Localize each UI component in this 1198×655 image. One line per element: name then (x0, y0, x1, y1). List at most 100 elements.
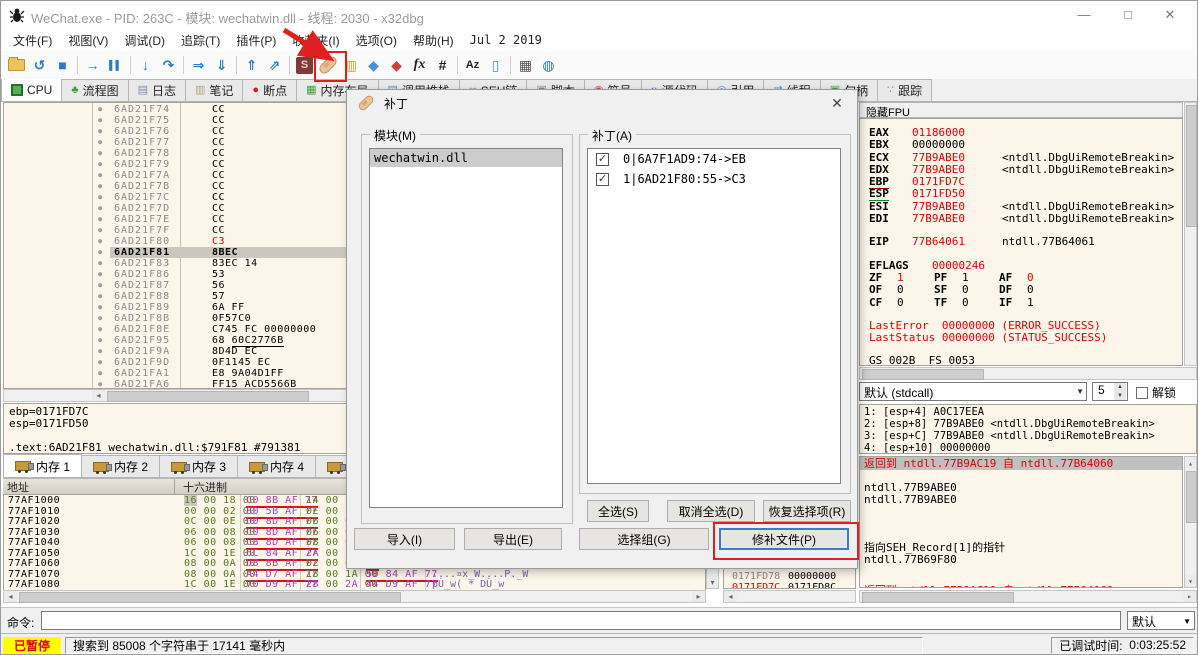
breakpoint-dot[interactable]: ● (98, 236, 102, 247)
register-row[interactable]: EBP 0171FD7C (860, 175, 1182, 190)
scroll-down-arrow[interactable]: ▾ (1185, 575, 1196, 587)
tab-memory-4[interactable]: 内存 4 (238, 455, 317, 478)
tab-trace[interactable]: ∵ 跟踪 (878, 79, 933, 101)
restore-selection-button[interactable]: 恢复选择项(R) (763, 500, 851, 522)
flags-row[interactable]: ZF 1 PF 1 AF 0 (860, 271, 1182, 284)
tab-graph[interactable]: ♣ 流程图 (62, 79, 129, 101)
scroll-right-arrow[interactable]: ▸ (692, 591, 705, 602)
select-group-button[interactable]: 选择组(G) (579, 528, 709, 550)
tab-breakpoints[interactable]: ● 断点 (243, 79, 298, 101)
scroll-thumb[interactable] (862, 592, 1014, 603)
breakpoint-dot[interactable]: ● (98, 148, 102, 159)
module-list-item[interactable]: wechatwin.dll (370, 149, 562, 167)
registers-vscrollbar[interactable] (1184, 102, 1197, 366)
breakpoint-dot[interactable]: ● (98, 170, 102, 181)
breakpoint-dot[interactable]: ● (98, 324, 102, 335)
breakpoint-dot[interactable]: ● (98, 203, 102, 214)
dialog-title-bar[interactable]: 补丁 ✕ (347, 90, 857, 116)
register-row[interactable]: ESP 0171FD50 (860, 187, 1182, 202)
scroll-thumb[interactable] (19, 592, 401, 603)
menu-item[interactable]: 调试(D) (116, 29, 173, 52)
breakpoint-dot[interactable]: ● (98, 346, 102, 357)
breakpoint-dot[interactable]: ● (98, 291, 102, 302)
globe-button[interactable]: ◍ (537, 53, 560, 77)
title-bar[interactable]: WeChat.exe - PID: 263C - 模块: wechatwin.d… (1, 1, 1197, 29)
restart-button[interactable]: ↺ (28, 53, 51, 77)
breakpoint-dot[interactable]: ● (98, 302, 102, 313)
tab-cpu[interactable]: CPU (1, 79, 63, 101)
menu-item[interactable]: 收藏夹(I) (284, 29, 347, 52)
breakpoint-dot[interactable]: ● (98, 225, 102, 236)
eflags-row[interactable]: EFLAGS 00000246 (860, 259, 1182, 272)
scroll-left-arrow[interactable]: ◂ (4, 591, 17, 602)
menu-item[interactable]: 帮助(H) (405, 29, 462, 52)
breakpoint-dot[interactable]: ● (98, 357, 102, 368)
scroll-thumb[interactable] (1186, 105, 1197, 227)
import-button[interactable]: 导入(I) (354, 528, 455, 550)
patch-list-item[interactable]: ✓ 0|6A7F1AD9:74->EB (588, 149, 840, 169)
register-row[interactable]: EDX 77B9ABE0 <ntdll.DbgUiRemoteBreakin> (860, 163, 1182, 176)
return-hscrollbar[interactable]: ▸ (859, 590, 1197, 603)
breakpoint-dot[interactable]: ● (98, 313, 102, 324)
scroll-left-arrow[interactable]: ◂ (724, 591, 737, 602)
stepper-arrows[interactable]: ▲ ▼ (1114, 383, 1126, 400)
breakpoint-dot[interactable]: ● (98, 192, 102, 203)
handles-button[interactable]: ▯ (484, 53, 507, 77)
minimize-button[interactable]: — (1067, 5, 1101, 25)
return-vscrollbar[interactable]: ▴ ▾ (1184, 456, 1197, 588)
tab-notes[interactable]: ▥ 笔记 (186, 79, 244, 101)
bookmark-button[interactable]: ◆ (385, 53, 408, 77)
column-header-address[interactable]: 地址 (3, 479, 175, 494)
command-mode-select[interactable]: 默认 ▼ (1127, 611, 1195, 630)
calculator-button[interactable]: ▦ (514, 53, 537, 77)
breakpoint-dot[interactable]: ● (98, 137, 102, 148)
flags-row[interactable]: CF 0 TF 0 IF 1 (860, 296, 1182, 309)
scroll-thumb[interactable] (1186, 471, 1197, 523)
tab-memory-1[interactable]: 内存 1 (3, 454, 83, 478)
breakpoint-dot[interactable]: ● (98, 368, 102, 379)
breakpoint-dot[interactable]: ● (98, 269, 102, 280)
registers-area[interactable]: EAX 01186000 EBX 00000000 ECX 77B9ABE0 <ntdll.… (859, 118, 1183, 366)
stop-button[interactable]: ■ (51, 53, 74, 77)
menu-item[interactable]: 文件(F) (5, 29, 60, 52)
breakpoint-dot[interactable]: ● (98, 280, 102, 291)
scroll-thumb[interactable] (107, 391, 309, 402)
dialog-close-icon[interactable]: ✕ (826, 95, 848, 112)
return-info-panel[interactable]: 返回到 ntdll.77B9AC19 自 ntdll.77B64060 ntdl… (859, 456, 1183, 588)
patch-list[interactable]: ✓ 0|6A7F1AD9:74->EB ✓ 1|6AD21F80:55->C3 (587, 148, 841, 484)
breakpoint-dot[interactable]: ● (98, 104, 102, 115)
stack-hscrollbar[interactable]: ◂ (723, 590, 856, 603)
close-button[interactable]: ✕ (1153, 5, 1187, 25)
scroll-left-arrow[interactable]: ◂ (92, 390, 105, 401)
execute-till-return-button[interactable]: ⇒ (187, 53, 210, 77)
function-button[interactable]: fx (408, 53, 431, 77)
step-out-button[interactable]: ⇓ (210, 53, 233, 77)
column-header-hex[interactable]: 十六进制 (175, 479, 227, 494)
command-input[interactable] (41, 611, 1121, 630)
breakpoint-dot[interactable]: ● (98, 335, 102, 346)
menu-item[interactable]: 追踪(T) (173, 29, 228, 52)
scroll-thumb[interactable] (862, 369, 984, 380)
patch-list-item[interactable]: ✓ 1|6AD21F80:55->C3 (588, 169, 840, 189)
strings-button[interactable]: Az (461, 53, 484, 77)
export-button[interactable]: 导出(E) (464, 528, 562, 550)
step-over-button[interactable]: ↷ (157, 53, 180, 77)
breakpoint-dot[interactable]: ● (98, 214, 102, 225)
breakpoint-dot[interactable]: ● (98, 115, 102, 126)
module-list[interactable]: wechatwin.dll (369, 148, 563, 508)
breakpoint-dot[interactable]: ● (98, 126, 102, 137)
menu-item[interactable]: 视图(V) (60, 29, 116, 52)
register-row[interactable]: EBX 00000000 (860, 139, 1182, 151)
attach-button[interactable]: ⇗ (263, 53, 286, 77)
maximize-button[interactable]: □ (1111, 5, 1145, 25)
scroll-right-arrow[interactable]: ▸ (1183, 591, 1196, 602)
run-to-user-code-button[interactable]: ⇑ (240, 53, 263, 77)
menu-item[interactable]: 选项(O) (348, 29, 405, 52)
flags-row[interactable]: OF 0 SF 0 DF 0 (860, 284, 1182, 296)
label-button[interactable]: ◆ (362, 53, 385, 77)
tab-memory-2[interactable]: 内存 2 (82, 455, 161, 478)
dump-row[interactable]: 77AF1070 08 00 0A 00 A4 D7 AF 77 18 00 1A 0… (4, 569, 705, 582)
open-file-button[interactable] (5, 53, 28, 77)
patch-checkbox[interactable]: ✓ (596, 152, 609, 166)
breakpoint-dot[interactable]: ● (98, 379, 102, 388)
